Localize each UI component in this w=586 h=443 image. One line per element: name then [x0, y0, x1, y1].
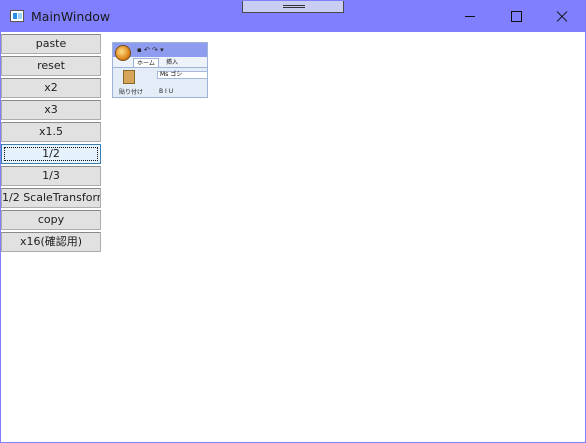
preview-ribbon-tabs: ホーム 挿入: [133, 58, 207, 68]
scale-x2-button[interactable]: x2: [1, 78, 101, 98]
minimize-button[interactable]: [447, 1, 493, 32]
scale-x16-check-button[interactable]: x16(確認用): [1, 232, 101, 252]
paste-button[interactable]: paste: [1, 34, 101, 54]
close-button[interactable]: [539, 1, 585, 32]
reset-button[interactable]: reset: [1, 56, 101, 76]
quick-access-icons: ▪ ↶ ↷ ▾: [137, 46, 164, 54]
pasted-image-preview: ▪ ↶ ↷ ▾ ホーム 挿入 貼り付け Ms ゴシ B I U: [112, 42, 208, 98]
maximize-button[interactable]: [493, 1, 539, 32]
preview-tab-insert: 挿入: [166, 59, 179, 66]
scale-x1-5-button[interactable]: x1.5: [1, 122, 101, 142]
scale-third-button[interactable]: 1/3: [1, 166, 101, 186]
half-scaletransform-button[interactable]: 1/2 ScaleTransform: [1, 188, 101, 208]
preview-group-label: 貼り付け: [119, 89, 144, 96]
main-window: MainWindow paste reset x2 x3 x1.5 1/2 1/…: [0, 0, 586, 443]
copy-button[interactable]: copy: [1, 210, 101, 230]
window-title: MainWindow: [31, 9, 111, 24]
app-icon: [10, 10, 24, 22]
title-bar[interactable]: MainWindow: [1, 1, 585, 32]
scale-x3-button[interactable]: x3: [1, 100, 101, 120]
button-stack: paste reset x2 x3 x1.5 1/2 1/3 1/2 Scale…: [1, 32, 101, 252]
clipboard-icon: [123, 70, 135, 84]
preview-format-icons: B I U: [159, 88, 174, 95]
drag-grip-handle[interactable]: [242, 1, 344, 13]
scale-half-button[interactable]: 1/2: [1, 144, 101, 164]
office-orb-icon: [115, 45, 131, 61]
preview-font-box: Ms ゴシ: [157, 71, 207, 79]
